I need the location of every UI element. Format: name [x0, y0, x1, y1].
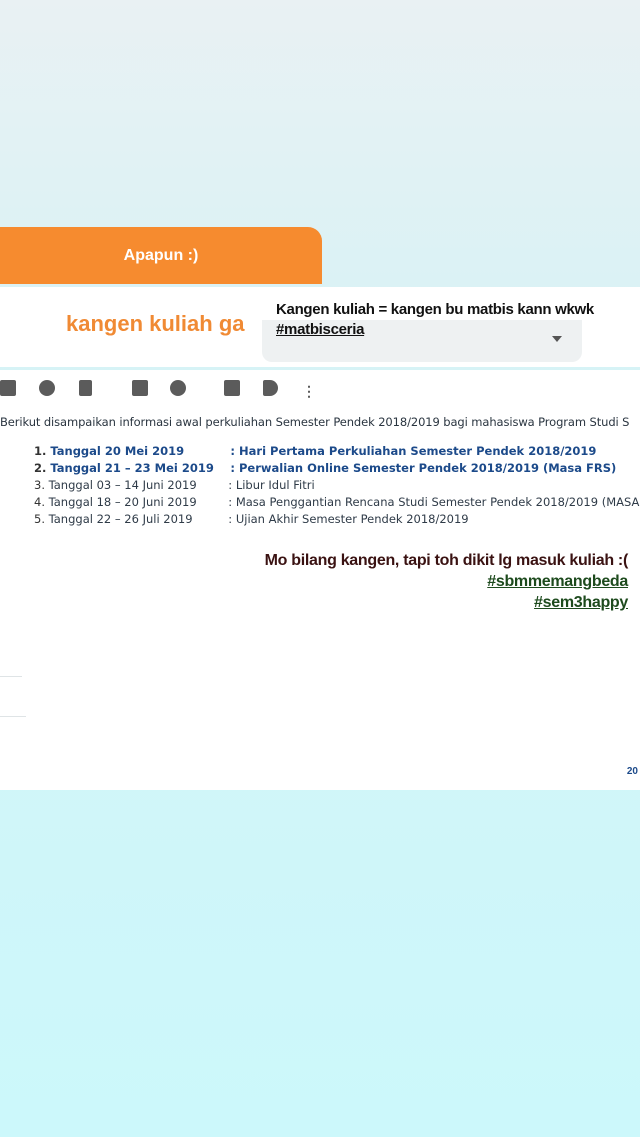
mark-unread-icon[interactable] [132, 380, 148, 396]
schedule-row: 1. Tanggal 20 Mei 2019 : Hari Pertama Pe… [34, 444, 597, 458]
question-sticker-header: Apapun :) [0, 227, 322, 284]
snooze-icon[interactable] [170, 380, 186, 396]
label-icon[interactable] [263, 380, 278, 396]
schedule-row: 3. Tanggal 03 – 14 Juni 2019 : Libur Idu… [34, 478, 315, 492]
email-toolbar: ⋮ [0, 380, 640, 402]
divider [0, 716, 26, 717]
caption-top-text: Kangen kuliah = kangen bu matbis kann wk… [276, 301, 594, 318]
schedule-row: 5. Tanggal 22 – 26 Juli 2019 : Ujian Akh… [34, 512, 469, 526]
move-to-icon[interactable] [224, 380, 240, 396]
schedule-row: 2. Tanggal 21 – 23 Mei 2019 : Perwalian … [34, 461, 617, 475]
caption-bottom-text: Mo bilang kangen, tapi toh dikit lg masu… [264, 552, 629, 569]
divider [0, 676, 22, 677]
archive-icon[interactable] [0, 380, 16, 396]
caption-top: Kangen kuliah = kangen bu matbis kann wk… [276, 300, 594, 340]
hashtag-sem3happy[interactable]: #sem3happy [265, 592, 628, 613]
more-icon[interactable]: ⋮ [302, 384, 316, 398]
caption-bottom: Mo bilang kangen, tapi toh dikit lg masu… [264, 550, 629, 613]
hashtag-matbisceria[interactable]: #matbisceria [276, 320, 594, 340]
question-text: Apapun :) [123, 246, 199, 264]
delete-icon[interactable] [79, 380, 92, 396]
email-intro-text: Berikut disampaikan informasi awal perku… [0, 415, 630, 429]
hashtag-sbmmemangbeda[interactable]: #sbmmemangbeda [265, 571, 628, 592]
schedule-row: 4. Tanggal 18 – 20 Juni 2019 : Masa Peng… [34, 495, 640, 509]
report-spam-icon[interactable] [39, 380, 55, 396]
answer-text: kangen kuliah ga [66, 311, 245, 336]
corner-text: 20 [626, 766, 638, 777]
